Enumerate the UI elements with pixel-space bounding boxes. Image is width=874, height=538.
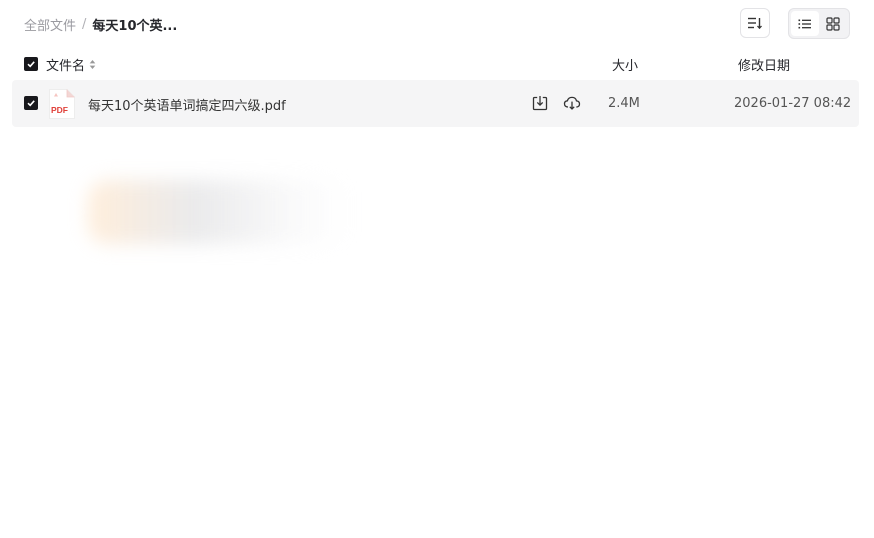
view-mode-switch [788,8,850,39]
table-row[interactable]: PDF 每天10个英语单词搞定四六级.pdf 2.4M 2026-01-27 0… [12,80,859,127]
list-view-icon [798,19,811,28]
column-header-name[interactable]: 文件名 [46,55,96,74]
grid-view-icon [826,16,840,31]
pdf-file-icon: PDF [49,89,75,119]
blurred-placeholder [88,180,350,244]
grid-view-button[interactable] [819,11,847,36]
file-browser: 全部文件 / 每天10个英... 文件名 大小 修改日期 PDF 每天10个英语… [0,0,874,538]
breadcrumb-current-folder: 每天10个英... [92,18,178,34]
breadcrumb: 全部文件 / 每天10个英... [24,14,177,34]
column-header-modified[interactable]: 修改日期 [738,55,790,74]
sort-icon [748,17,762,30]
row-checkbox[interactable] [24,96,38,110]
select-all-checkbox[interactable] [24,57,38,71]
cloud-download-icon[interactable] [563,94,581,112]
sort-caret-icon[interactable] [89,59,96,70]
file-name[interactable]: 每天10个英语单词搞定四六级.pdf [88,95,286,114]
column-header-size[interactable]: 大小 [612,55,638,74]
svg-text:PDF: PDF [51,105,68,115]
file-size: 2.4M [608,96,640,111]
sort-button[interactable] [740,8,770,38]
table-header: 文件名 大小 修改日期 [12,52,859,76]
check-icon [27,61,35,68]
column-header-name-label: 文件名 [46,59,86,74]
check-icon [27,100,35,107]
file-modified-date: 2026-01-27 08:42 [734,96,852,111]
download-icon[interactable] [531,94,549,112]
breadcrumb-separator: / [82,16,87,32]
breadcrumb-root-link[interactable]: 全部文件 [24,15,76,34]
list-view-button[interactable] [791,11,819,36]
